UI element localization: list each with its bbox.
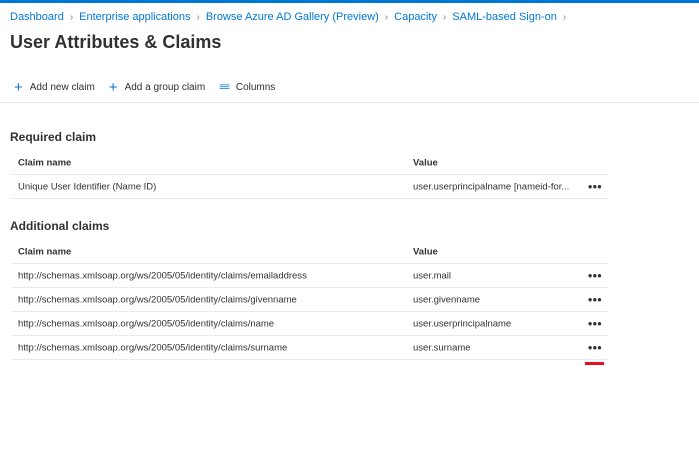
- add-new-claim-label: Add new claim: [29, 82, 95, 93]
- claim-name: http://schemas.xmlsoap.org/ws/2005/05/id…: [18, 294, 297, 305]
- claim-name: Unique User Identifier (Name ID): [18, 181, 157, 192]
- required-claim-title: Required claim: [10, 130, 97, 144]
- breadcrumb-dashboard[interactable]: Dashboard: [10, 11, 64, 23]
- more-options-icon[interactable]: •••: [588, 179, 602, 193]
- column-header-claim-name: Claim name: [18, 246, 72, 257]
- chevron-right-icon: ›: [69, 11, 74, 23]
- table-row[interactable]: http://schemas.xmlsoap.org/ws/2005/05/id…: [10, 312, 608, 336]
- claim-value: user.givenname: [413, 294, 481, 305]
- additional-claims-table: Claim name Value http://schemas.xmlsoap.…: [10, 240, 608, 360]
- highlight-marker: [585, 362, 604, 365]
- chevron-right-icon: ›: [562, 11, 567, 23]
- plus-icon: +: [108, 79, 118, 96]
- breadcrumb-enterprise-applications[interactable]: Enterprise applications: [79, 11, 190, 23]
- columns-button[interactable]: ≡≡ Columns: [219, 82, 275, 93]
- columns-icon: ≡≡: [219, 81, 230, 93]
- plus-icon: +: [14, 79, 23, 96]
- table-row[interactable]: http://schemas.xmlsoap.org/ws/2005/05/id…: [10, 336, 608, 360]
- more-options-icon[interactable]: •••: [588, 340, 602, 354]
- add-group-claim-label: Add a group claim: [124, 82, 206, 93]
- add-group-claim-button[interactable]: + Add a group claim: [109, 80, 205, 95]
- claim-value: user.userprincipalname [nameid-for...: [413, 181, 570, 192]
- table-row[interactable]: http://schemas.xmlsoap.org/ws/2005/05/id…: [10, 264, 608, 288]
- top-accent-bar: [0, 0, 699, 3]
- page-title: User Attributes & Claims: [10, 32, 222, 52]
- breadcrumb-azure-ad-gallery[interactable]: Browse Azure AD Gallery (Preview): [206, 11, 379, 23]
- claim-name: http://schemas.xmlsoap.org/ws/2005/05/id…: [18, 318, 275, 329]
- claim-name: http://schemas.xmlsoap.org/ws/2005/05/id…: [18, 270, 307, 281]
- chevron-right-icon: ›: [196, 11, 200, 23]
- table-row[interactable]: http://schemas.xmlsoap.org/ws/2005/05/id…: [10, 288, 608, 312]
- table-row[interactable]: Unique User Identifier (Name ID) user.us…: [10, 175, 608, 199]
- table-header-row: Claim name Value: [10, 240, 608, 264]
- claim-value: user.mail: [413, 270, 452, 281]
- more-options-icon[interactable]: •••: [588, 292, 602, 306]
- toolbar-divider: [0, 102, 699, 103]
- required-claims-table: Claim name Value Unique User Identifier …: [10, 151, 608, 199]
- chevron-right-icon: ›: [384, 11, 389, 23]
- add-new-claim-button[interactable]: + Add new claim: [14, 80, 95, 95]
- toolbar: + Add new claim + Add a group claim ≡≡ C…: [14, 80, 289, 95]
- columns-label: Columns: [235, 82, 276, 93]
- table-header-row: Claim name Value: [10, 151, 608, 175]
- column-header-value: Value: [413, 157, 438, 168]
- column-header-value: Value: [413, 246, 438, 257]
- claim-name: http://schemas.xmlsoap.org/ws/2005/05/id…: [18, 342, 288, 353]
- more-options-icon[interactable]: •••: [588, 268, 602, 282]
- claim-value: user.userprincipalname: [413, 318, 512, 329]
- breadcrumb-capacity[interactable]: Capacity: [394, 11, 437, 23]
- column-header-claim-name: Claim name: [18, 157, 72, 168]
- breadcrumb: Dashboard › Enterprise applications › Br…: [10, 11, 572, 23]
- additional-claims-title: Additional claims: [10, 219, 110, 233]
- more-options-icon[interactable]: •••: [588, 316, 602, 330]
- breadcrumb-saml-sign-on[interactable]: SAML-based Sign-on: [452, 11, 557, 23]
- claim-value: user.surname: [413, 342, 471, 353]
- chevron-right-icon: ›: [442, 11, 447, 23]
